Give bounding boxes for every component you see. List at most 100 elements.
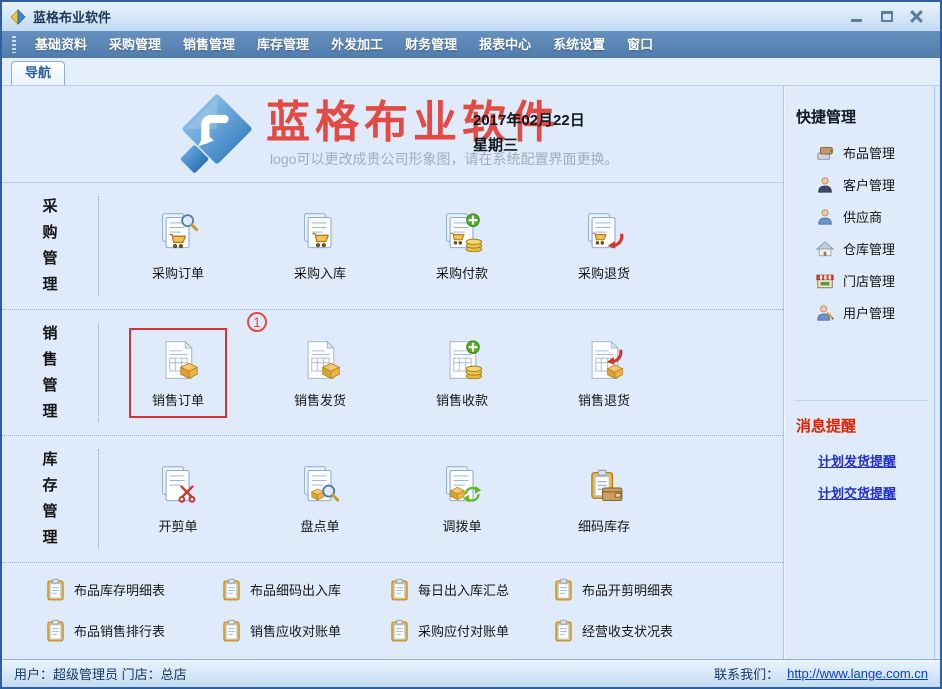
- purchase-payment-icon: [440, 211, 484, 255]
- report-business-income-expense[interactable]: 经营收支状况表: [554, 619, 783, 642]
- menu-item-reports[interactable]: 报表中心: [468, 31, 542, 58]
- menu-item-finance[interactable]: 财务管理: [394, 31, 468, 58]
- customer-person-icon: [816, 176, 834, 194]
- supplier-person-icon: [816, 208, 834, 226]
- section-inventory: 库存管理 开剪单 盘点单: [2, 435, 783, 562]
- current-date: 2017年02月22日: [473, 108, 633, 133]
- launch-sales-shipment[interactable]: 销售发货: [271, 328, 369, 418]
- maximize-button[interactable]: [880, 11, 894, 23]
- link-planned-delivery-reminder[interactable]: 计划交货提醒: [818, 483, 928, 502]
- menu-item-inventory[interactable]: 库存管理: [246, 31, 320, 58]
- launch-item-label: 销售订单: [152, 390, 204, 409]
- contact-label: 联系我们：: [714, 664, 779, 683]
- menu-item-settings[interactable]: 系统设置: [542, 31, 616, 58]
- section-items: 采购订单 采购入库 采购付款: [99, 183, 783, 309]
- sidebar-item-label: 仓库管理: [843, 239, 895, 258]
- launch-stocktake-order[interactable]: 盘点单: [271, 454, 369, 544]
- report-label: 经营收支状况表: [582, 621, 673, 640]
- sidebar-item-store-manage[interactable]: 门店管理: [816, 271, 928, 290]
- report-fabric-sku-inout[interactable]: 布品细码出入库: [222, 578, 390, 601]
- clipboard-icon: [46, 578, 65, 601]
- launch-item-label: 销售发货: [294, 390, 346, 409]
- report-label: 布品开剪明细表: [582, 580, 673, 599]
- sidebar-item-supplier[interactable]: 供应商: [816, 207, 928, 226]
- sidebar-item-fabric-manage[interactable]: 布品管理: [816, 143, 928, 162]
- report-fabric-sales-ranking[interactable]: 布品销售排行表: [46, 619, 222, 642]
- window-controls: [850, 11, 932, 23]
- tab-strip: 导航: [2, 58, 940, 86]
- report-fabric-cutting-detail[interactable]: 布品开剪明细表: [554, 578, 783, 601]
- clipboard-icon: [222, 578, 241, 601]
- quick-manage-title: 快捷管理: [796, 106, 928, 127]
- launch-item-label: 销售退货: [578, 390, 630, 409]
- report-label: 布品销售排行表: [74, 621, 165, 640]
- launch-sales-order[interactable]: 1 销售订单: [129, 328, 227, 418]
- report-label: 布品库存明细表: [74, 580, 165, 599]
- report-sales-receivable-statement[interactable]: 销售应收对账单: [222, 619, 390, 642]
- report-fabric-stock-detail[interactable]: 布品库存明细表: [46, 578, 222, 601]
- purchase-inbound-icon: [298, 211, 342, 255]
- sidebar-item-customer-manage[interactable]: 客户管理: [816, 175, 928, 194]
- clipboard-icon: [390, 619, 409, 642]
- user-edit-icon: [816, 304, 834, 322]
- report-purchase-payable-statement[interactable]: 采购应付对账单: [390, 619, 554, 642]
- current-weekday: 星期三: [473, 133, 633, 158]
- launch-transfer-order[interactable]: 调拨单: [413, 454, 511, 544]
- sidebar-item-label: 供应商: [843, 207, 882, 226]
- status-bar: 用户：超级管理员 门店：总店 联系我们： http://www.lange.co…: [2, 659, 940, 687]
- menu-item-purchase[interactable]: 采购管理: [98, 31, 172, 58]
- launch-item-label: 调拨单: [442, 516, 481, 535]
- window-title: 蓝格布业软件: [33, 7, 111, 26]
- sales-shipment-icon: [298, 338, 342, 382]
- report-label: 采购应付对账单: [418, 621, 509, 640]
- menu-item-sales[interactable]: 销售管理: [172, 31, 246, 58]
- section-label: 采购管理: [2, 183, 98, 309]
- step-annotation-badge: 1: [247, 312, 267, 332]
- launch-sku-stock[interactable]: 细码库存: [555, 454, 653, 544]
- contact-link[interactable]: http://www.lange.com.cn: [787, 666, 928, 681]
- section-purchase: 采购管理 采购订单 采购入库: [2, 183, 783, 309]
- sku-stock-icon: [582, 464, 626, 508]
- content-area: 蓝格布业软件 logo可以更改成贵公司形象图，请在系统配置界面更换。 2017年…: [2, 86, 940, 659]
- launch-purchase-inbound[interactable]: 采购入库: [271, 201, 369, 291]
- launch-item-label: 盘点单: [300, 516, 339, 535]
- tab-navigation[interactable]: 导航: [11, 61, 65, 85]
- app-window: 蓝格布业软件 基础资料 采购管理 销售管理 库存管理 外发加工 财务管理 报表中…: [0, 0, 942, 689]
- link-planned-shipment-reminder[interactable]: 计划发货提醒: [818, 451, 928, 470]
- sidebar-item-warehouse-manage[interactable]: 仓库管理: [816, 239, 928, 258]
- launch-sales-return[interactable]: 销售退货: [555, 328, 653, 418]
- title-bar: 蓝格布业软件: [2, 2, 940, 31]
- report-label: 每日出入库汇总: [418, 580, 509, 599]
- launch-purchase-return[interactable]: 采购退货: [555, 201, 653, 291]
- clipboard-icon: [46, 619, 65, 642]
- clipboard-icon: [554, 619, 573, 642]
- sales-order-icon: [156, 338, 200, 382]
- section-items: 开剪单 盘点单 调拨单: [99, 436, 783, 562]
- launch-cutting-order[interactable]: 开剪单: [129, 454, 227, 544]
- launch-purchase-payment[interactable]: 采购付款: [413, 201, 511, 291]
- sidebar-item-label: 布品管理: [843, 143, 895, 162]
- report-daily-inout-summary[interactable]: 每日出入库汇总: [390, 578, 554, 601]
- section-label: 销售管理: [2, 310, 98, 436]
- sidebar-item-user-manage[interactable]: 用户管理: [816, 303, 928, 322]
- menu-bar: 基础资料 采购管理 销售管理 库存管理 外发加工 财务管理 报表中心 系统设置 …: [2, 31, 940, 58]
- menu-item-window[interactable]: 窗口: [616, 31, 664, 58]
- status-user-info: 用户：超级管理员 门店：总店: [14, 664, 714, 683]
- close-button[interactable]: [910, 11, 924, 23]
- launch-item-label: 细码库存: [578, 516, 630, 535]
- launch-item-label: 采购退货: [578, 263, 630, 282]
- minimize-button[interactable]: [850, 11, 864, 23]
- launch-purchase-order[interactable]: 采购订单: [129, 201, 227, 291]
- section-items: 1 销售订单 销售发货: [99, 310, 783, 436]
- report-label: 布品细码出入库: [250, 580, 341, 599]
- launch-item-label: 开剪单: [158, 516, 197, 535]
- launch-sales-receipt[interactable]: 销售收款: [413, 328, 511, 418]
- menu-item-base-data[interactable]: 基础资料: [24, 31, 98, 58]
- report-links: 布品库存明细表 布品细码出入库 每日出入库汇总 布品开剪明细表 布品销售排行表: [2, 562, 783, 659]
- purchase-order-icon: [156, 211, 200, 255]
- menu-item-outsourcing[interactable]: 外发加工: [320, 31, 394, 58]
- sidebar: 快捷管理 布品管理 客户管理 供应商 仓库管理 门店管理: [783, 86, 935, 659]
- app-icon: [10, 9, 26, 25]
- stocktake-order-icon: [298, 464, 342, 508]
- message-reminder-block: 消息提醒 计划发货提醒 计划交货提醒: [794, 400, 928, 502]
